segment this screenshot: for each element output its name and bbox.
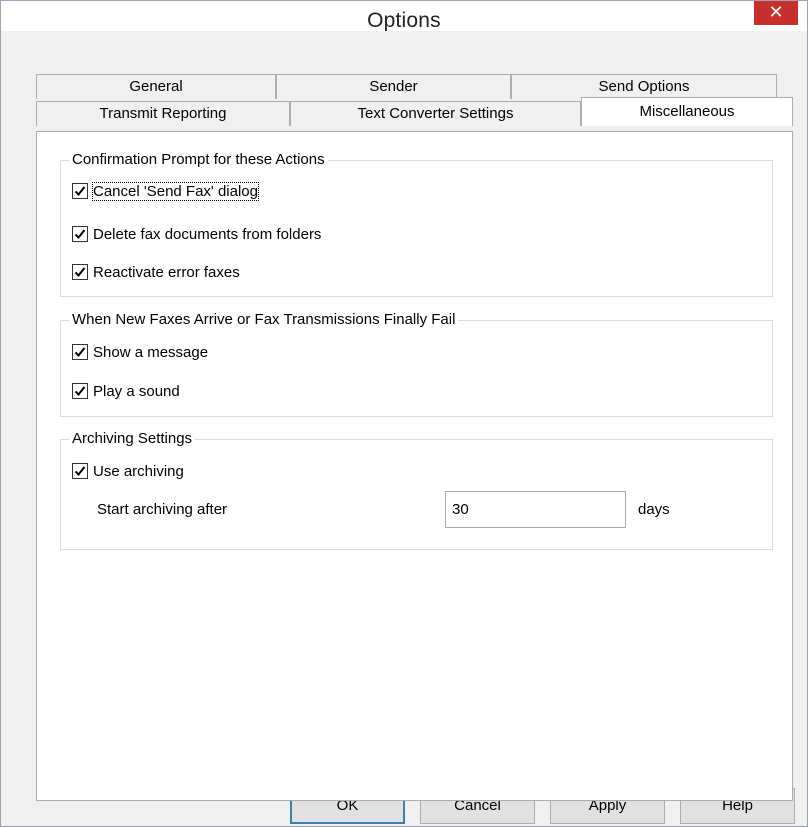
tab-miscellaneous[interactable]: Miscellaneous: [581, 97, 793, 126]
tab-general[interactable]: General: [36, 74, 276, 99]
checkmark-icon: [74, 186, 86, 196]
checkbox-box[interactable]: [72, 264, 88, 280]
close-icon: ✕: [768, 2, 784, 22]
checkmark-icon: [74, 386, 86, 396]
archiving-legend: Archiving Settings: [69, 430, 196, 447]
checkbox-box[interactable]: [72, 463, 88, 479]
tab-transmit-reporting[interactable]: Transmit Reporting: [36, 101, 290, 126]
arrival-legend: When New Faxes Arrive or Fax Transmissio…: [69, 311, 459, 328]
checkmark-icon: [74, 267, 86, 277]
show-message-checkbox[interactable]: Show a message: [72, 341, 208, 363]
title-bar: Options ✕: [1, 1, 807, 32]
tab-sender[interactable]: Sender: [276, 74, 511, 99]
checkbox-label: Play a sound: [93, 382, 180, 400]
dialog-client-area: General Sender Send Options Transmit Rep…: [9, 31, 801, 824]
reactivate-error-faxes-checkbox[interactable]: Reactivate error faxes: [72, 261, 240, 283]
checkbox-box[interactable]: [72, 383, 88, 399]
checkbox-label: Delete fax documents from folders: [93, 225, 322, 243]
checkbox-box[interactable]: [72, 344, 88, 360]
checkmark-icon: [74, 229, 86, 239]
tab-send-options[interactable]: Send Options: [511, 74, 777, 99]
checkmark-icon: [74, 347, 86, 357]
confirmation-legend: Confirmation Prompt for these Actions: [69, 151, 328, 168]
use-archiving-checkbox[interactable]: Use archiving: [72, 460, 184, 482]
tab-text-converter-settings[interactable]: Text Converter Settings: [290, 101, 581, 126]
miscellaneous-panel: Confirmation Prompt for these Actions Ca…: [36, 131, 793, 801]
play-sound-checkbox[interactable]: Play a sound: [72, 380, 180, 402]
checkbox-box[interactable]: [72, 183, 88, 199]
close-button[interactable]: ✕: [754, 1, 798, 25]
checkmark-icon: [74, 466, 86, 476]
confirmation-group: Confirmation Prompt for these Actions Ca…: [60, 151, 773, 297]
archiving-group: Archiving Settings Use archiving Start a…: [60, 430, 773, 550]
checkbox-box[interactable]: [72, 226, 88, 242]
archiving-days-input[interactable]: 30: [445, 491, 626, 528]
checkbox-label: Reactivate error faxes: [93, 263, 240, 281]
dialog-title: Options: [367, 9, 441, 32]
checkbox-label: Show a message: [93, 343, 209, 361]
arrival-group: When New Faxes Arrive or Fax Transmissio…: [60, 311, 773, 417]
checkbox-label: Use archiving: [93, 462, 184, 480]
cancel-send-fax-checkbox[interactable]: Cancel 'Send Fax' dialog: [72, 180, 259, 202]
checkbox-label: Cancel 'Send Fax' dialog: [92, 181, 259, 201]
days-unit-label: days: [638, 501, 670, 518]
start-archiving-label: Start archiving after: [97, 501, 228, 518]
options-dialog: Options ✕ General Sender Send Options Tr…: [0, 0, 808, 827]
delete-fax-documents-checkbox[interactable]: Delete fax documents from folders: [72, 223, 321, 245]
